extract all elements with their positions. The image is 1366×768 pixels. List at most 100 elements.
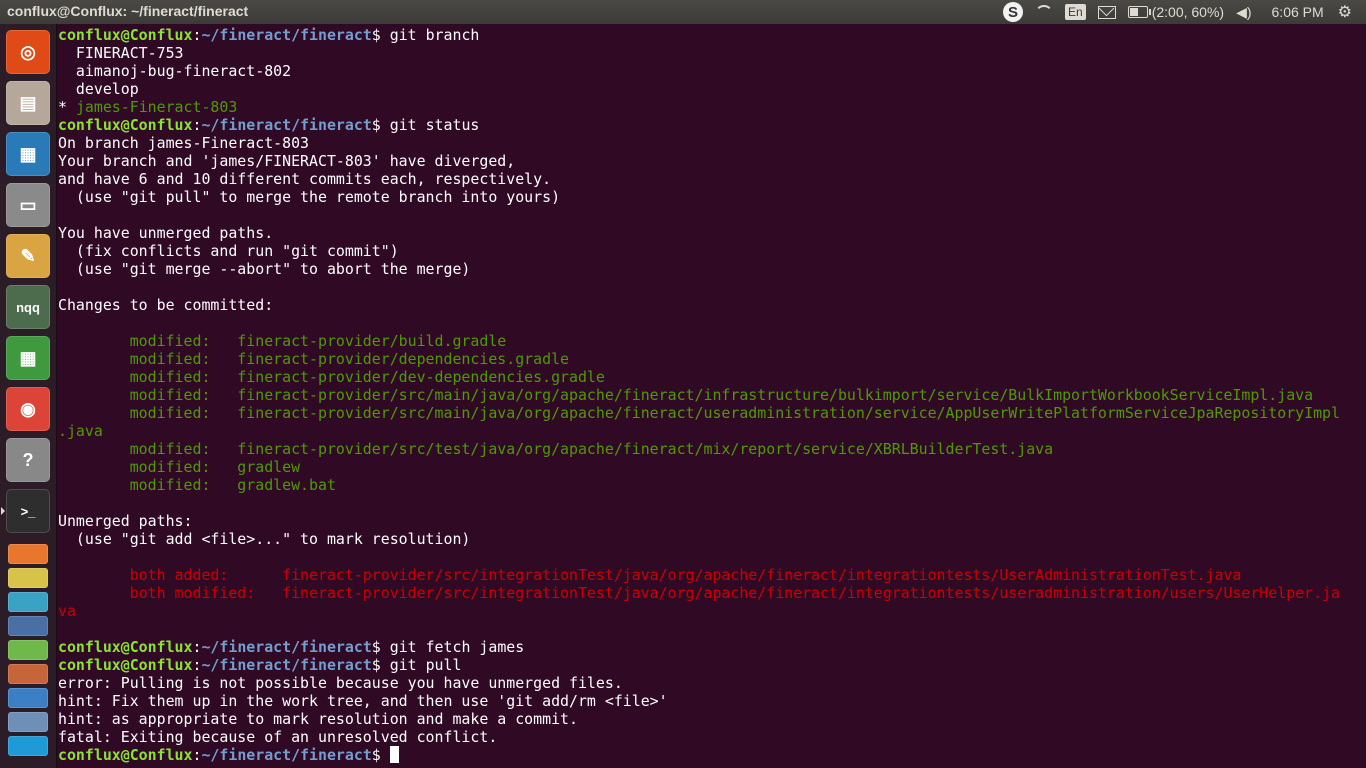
keyboard-layout-indicator[interactable]: En	[1065, 4, 1086, 20]
output-text: modified: fineract-provider/build.gradle	[58, 332, 507, 350]
output-line: (use "git pull" to merge the remote bran…	[58, 188, 1358, 206]
output-line: .java	[58, 422, 1358, 440]
output-text: On branch james-Fineract-803	[58, 134, 310, 152]
output-text: both modified: fineract-provider/src/int…	[58, 584, 1340, 602]
command-text: git status	[389, 116, 480, 134]
output-line: and have 6 and 10 different commits each…	[58, 170, 1358, 188]
output-line: develop	[58, 80, 1358, 98]
launcher-pdf-app[interactable]	[8, 544, 48, 564]
command-text: git fetch james	[389, 638, 525, 656]
launcher-skype-app[interactable]	[8, 736, 48, 756]
output-text: error: Pulling is not possible because y…	[58, 674, 623, 692]
wifi-icon[interactable]	[1035, 5, 1054, 19]
prompt-path: ~/fineract/fineract	[201, 638, 372, 656]
top-panel: conflux@Conflux: ~/fineract/fineract S E…	[0, 0, 1366, 24]
launcher-disks[interactable]: ▭	[6, 183, 50, 227]
output-text: modified: fineract-provider/src/main/jav…	[58, 404, 1340, 422]
prompt-symbol: $	[371, 746, 390, 764]
output-text: both added: fineract-provider/src/integr…	[58, 566, 1242, 584]
output-text: modified: fineract-provider/src/main/jav…	[58, 386, 1314, 404]
output-line: Your branch and 'james/FINERACT-803' hav…	[58, 152, 1358, 170]
launcher-dash-home[interactable]: ◎	[6, 30, 50, 74]
output-text: aimanoj-bug-fineract-802	[58, 62, 292, 80]
clock[interactable]: 6:06 PM	[1272, 4, 1324, 20]
output-line: error: Pulling is not possible because y…	[58, 674, 1358, 692]
file-cabinet-icon: ▤	[19, 92, 37, 113]
launcher-help[interactable]: ?	[6, 438, 50, 482]
output-line: modified: fineract-provider/src/main/jav…	[58, 404, 1358, 422]
output-text: modified: fineract-provider/dev-dependen…	[58, 368, 605, 386]
prompt-symbol: $	[371, 656, 390, 674]
launcher-text-editor[interactable]: ✎	[6, 234, 50, 278]
prompt-line: conflux@Conflux:~/fineract/fineract$	[58, 746, 1358, 764]
output-text: develop	[58, 80, 139, 98]
skype-icon[interactable]: S	[1003, 2, 1024, 22]
output-line: both modified: fineract-provider/src/int…	[58, 584, 1358, 602]
notepad-icon: ✎	[20, 245, 36, 266]
output-line: aimanoj-bug-fineract-802	[58, 62, 1358, 80]
command-text: git pull	[389, 656, 462, 674]
launcher-libreoffice-writer[interactable]: ▦	[6, 132, 50, 176]
text-cursor	[389, 746, 399, 763]
prompt-line: conflux@Conflux:~/fineract/fineract$ git…	[58, 656, 1358, 674]
launcher-books-app[interactable]	[8, 616, 48, 636]
battery-icon	[1127, 6, 1151, 18]
mail-icon[interactable]	[1097, 5, 1116, 19]
prompt-line: conflux@Conflux:~/fineract/fineract$ git…	[58, 26, 1358, 44]
launcher-r-studio[interactable]	[8, 712, 48, 732]
terminal-icon: >_	[20, 503, 36, 519]
launcher-slack[interactable]	[8, 568, 48, 588]
gear-icon[interactable]: ⚙	[1338, 2, 1352, 22]
prompt-user: conflux@Conflux	[58, 746, 193, 764]
launcher-libreoffice-calc[interactable]: ▦	[6, 336, 50, 380]
launcher-maps-app[interactable]	[8, 592, 48, 612]
output-line: fatal: Exiting because of an unresolved …	[58, 728, 1358, 746]
prompt-path: ~/fineract/fineract	[201, 116, 372, 134]
output-text: and have 6 and 10 different commits each…	[58, 170, 552, 188]
launcher-leaf-app[interactable]	[8, 640, 48, 660]
launcher: ◎ ▤ ▦ ▭ ✎ nqq ▦ ◉? >_	[0, 24, 57, 768]
current-branch-name: james-Fineract-803	[75, 98, 238, 116]
output-line: (use "git merge --abort" to abort the me…	[58, 260, 1358, 278]
output-text: modified: gradlew	[58, 458, 301, 476]
chrome-icon: ◉	[20, 398, 36, 419]
output-text: (fix conflicts and run "git commit")	[58, 242, 399, 260]
output-text: Changes to be committed:	[58, 296, 274, 314]
prompt-line: conflux@Conflux:~/fineract/fineract$ git…	[58, 638, 1358, 656]
prompt-path: ~/fineract/fineract	[201, 656, 372, 674]
output-line: both added: fineract-provider/src/integr…	[58, 566, 1358, 584]
system-tray: S En (2:00, 60%) ◀) 6:06 PM ⚙	[1003, 0, 1366, 24]
running-indicator	[1, 507, 5, 515]
launcher-chrome[interactable]: ◉	[6, 387, 50, 431]
output-line: modified: fineract-provider/build.gradle	[58, 332, 1358, 350]
output-text: va	[58, 602, 76, 620]
launcher-notepadqq[interactable]: nqq	[6, 285, 50, 329]
prompt-path: ~/fineract/fineract	[201, 746, 372, 764]
launcher-terminal[interactable]: >_	[6, 489, 50, 533]
battery-indicator[interactable]: (2:00, 60%)	[1127, 4, 1224, 20]
hard-disk-icon: ▭	[19, 194, 37, 215]
output-text: hint: as appropriate to mark resolution …	[58, 710, 578, 728]
output-text: FINERACT-753	[58, 44, 184, 62]
output-line: Changes to be committed:	[58, 296, 1358, 314]
nqq-icon: nqq	[16, 299, 40, 315]
output-line: hint: as appropriate to mark resolution …	[58, 710, 1358, 728]
output-line: (use "git add <file>..." to mark resolut…	[58, 530, 1358, 548]
output-line: hint: Fix them up in the work tree, and …	[58, 692, 1358, 710]
prompt-user: conflux@Conflux	[58, 26, 193, 44]
launcher-files[interactable]: ▤	[6, 81, 50, 125]
output-text: (use "git merge --abort" to abort the me…	[58, 260, 471, 278]
launcher-store-app[interactable]	[8, 664, 48, 684]
output-line: modified: fineract-provider/src/test/jav…	[58, 440, 1358, 458]
launcher-spotify-app[interactable]	[8, 688, 48, 708]
ubuntu-logo-icon: ◎	[20, 41, 36, 62]
output-line: modified: fineract-provider/dev-dependen…	[58, 368, 1358, 386]
window-title: conflux@Conflux: ~/fineract/fineract	[7, 3, 249, 19]
volume-icon[interactable]: ◀)	[1236, 4, 1251, 21]
terminal-output[interactable]: conflux@Conflux:~/fineract/fineract$ git…	[58, 26, 1358, 764]
output-text: modified: gradlew.bat	[58, 476, 336, 494]
